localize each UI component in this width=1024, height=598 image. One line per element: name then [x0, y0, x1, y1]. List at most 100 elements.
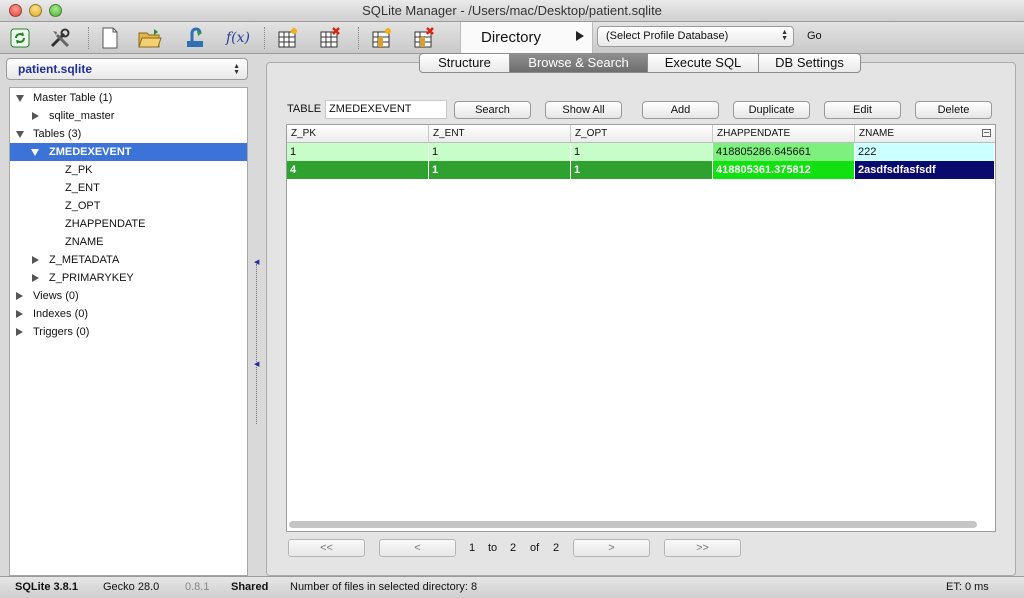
tab-browse-search[interactable]: Browse & Search — [510, 54, 648, 72]
tree-item-sqlite-master[interactable]: sqlite_master — [10, 107, 247, 125]
collapse-left-icon[interactable]: ◀ — [254, 360, 259, 368]
column-picker-icon[interactable] — [982, 129, 991, 137]
column-header-z-pk[interactable]: Z_PK — [287, 125, 429, 142]
zoom-window-button[interactable] — [49, 4, 62, 17]
tree-item-zmedexevent[interactable]: ZMEDEXEVENT — [10, 143, 247, 161]
column-header-z-ent[interactable]: Z_ENT — [429, 125, 571, 142]
elapsed-time: ET: 0 ms — [946, 581, 989, 593]
table-cell[interactable]: 1 — [571, 143, 713, 161]
tree-item-label: Z_PRIMARYKEY — [49, 272, 134, 284]
tree-item-views[interactable]: Views (0) — [10, 287, 247, 305]
tree-item-indexes[interactable]: Indexes (0) — [10, 305, 247, 323]
tree-item-z-primarykey[interactable]: Z_PRIMARYKEY — [10, 269, 247, 287]
collapsed-arrow-icon[interactable] — [16, 328, 23, 336]
tree-item-tables[interactable]: Tables (3) — [10, 125, 247, 143]
tab-structure[interactable]: Structure — [420, 54, 510, 72]
expanded-arrow-icon[interactable] — [16, 131, 24, 138]
refresh-icon[interactable] — [8, 26, 32, 50]
tree-item-label: ZMEDEXEVENT — [49, 146, 132, 158]
tree-item-label: Triggers (0) — [33, 326, 90, 338]
toolbar-separator — [264, 27, 265, 49]
search-button[interactable]: Search — [454, 101, 531, 119]
minimize-window-button[interactable] — [29, 4, 42, 17]
first-page-button[interactable]: << — [288, 539, 365, 557]
table-cell[interactable]: 1 — [287, 143, 429, 161]
tree-item-column[interactable]: Z_OPT — [10, 197, 247, 215]
toolbar: f(x) Directory (Select Profile Database)… — [0, 22, 1024, 54]
table-row[interactable]: 1 1 1 418805286.645661 222 — [287, 143, 995, 161]
table-cell[interactable]: 1 — [429, 161, 571, 179]
tab-db-settings[interactable]: DB Settings — [759, 54, 860, 72]
drop-index-icon[interactable] — [412, 26, 436, 50]
tree-item-column[interactable]: ZNAME — [10, 233, 247, 251]
column-header-zhappendate[interactable]: ZHAPPENDATE — [713, 125, 855, 142]
tree-item-column[interactable]: ZHAPPENDATE — [10, 215, 247, 233]
add-button[interactable]: Add — [642, 101, 719, 119]
directory-button[interactable]: Directory — [460, 22, 593, 54]
horizontal-scrollbar[interactable] — [289, 521, 977, 528]
table-cell[interactable]: 1 — [429, 143, 571, 161]
collapsed-arrow-icon[interactable] — [32, 274, 39, 282]
page-range-start: 1 — [469, 542, 476, 554]
tree-item-label: Z_PK — [65, 164, 93, 176]
edit-button[interactable]: Edit — [824, 101, 901, 119]
table-label: TABLE — [287, 103, 322, 115]
function-icon[interactable]: f(x) — [224, 26, 252, 50]
create-table-icon[interactable] — [276, 26, 300, 50]
expanded-arrow-icon[interactable] — [16, 95, 24, 102]
collapsed-arrow-icon[interactable] — [32, 256, 39, 264]
up-down-arrows-icon: ▲ ▼ — [233, 63, 240, 76]
tree-item-triggers[interactable]: Triggers (0) — [10, 323, 247, 341]
up-down-arrows-icon: ▲ ▼ — [781, 29, 788, 42]
collapsed-arrow-icon[interactable] — [16, 310, 23, 318]
table-name-field[interactable]: ZMEDEXEVENT — [325, 100, 447, 119]
delete-button[interactable]: Delete — [915, 101, 992, 119]
tree-item-z-metadata[interactable]: Z_METADATA — [10, 251, 247, 269]
table-cell[interactable]: 2asdfsdfasfsdf — [855, 161, 995, 179]
tree-item-master-table[interactable]: Master Table (1) — [10, 89, 247, 107]
go-button[interactable]: Go — [807, 30, 822, 42]
previous-page-button[interactable]: < — [379, 539, 456, 557]
drop-table-icon[interactable] — [318, 26, 342, 50]
show-all-button[interactable]: Show All — [545, 101, 622, 119]
table-cell[interactable]: 418805361.375812 — [713, 161, 855, 179]
expanded-arrow-icon[interactable] — [31, 149, 39, 156]
tab-execute-sql[interactable]: Execute SQL — [648, 54, 759, 72]
close-window-button[interactable] — [9, 4, 22, 17]
schema-tree: Master Table (1) sqlite_master Tables (3… — [9, 87, 248, 576]
database-select[interactable]: patient.sqlite ▲ ▼ — [6, 58, 248, 80]
tree-item-label: Master Table (1) — [33, 92, 113, 104]
tree-item-label: Indexes (0) — [33, 308, 89, 320]
table-row[interactable]: 4 1 1 418805361.375812 2asdfsdfasfsdf — [287, 161, 995, 179]
page-range-to-word: to — [488, 542, 498, 554]
column-header-zname[interactable]: ZNAME — [855, 125, 995, 142]
splitter-grip[interactable] — [256, 264, 257, 424]
collapsed-arrow-icon[interactable] — [16, 292, 23, 300]
profile-database-select[interactable]: (Select Profile Database) ▲ ▼ — [597, 26, 794, 47]
collapsed-arrow-icon[interactable] — [32, 112, 39, 120]
tree-item-label: sqlite_master — [49, 110, 115, 122]
pane-splitter[interactable]: ◀ ◀ — [249, 54, 265, 576]
connect-icon[interactable] — [183, 26, 207, 50]
tree-item-label: Z_OPT — [65, 200, 101, 212]
table-cell[interactable]: 4 — [287, 161, 429, 179]
next-page-button[interactable]: > — [573, 539, 650, 557]
duplicate-button[interactable]: Duplicate — [733, 101, 810, 119]
tree-item-column[interactable]: Z_PK — [10, 161, 247, 179]
new-database-icon[interactable] — [98, 26, 122, 50]
extension-version: 0.8.1 — [185, 581, 210, 593]
tree-item-label: ZNAME — [65, 236, 104, 248]
last-page-button[interactable]: >> — [664, 539, 741, 557]
tree-item-column[interactable]: Z_ENT — [10, 179, 247, 197]
table-cell[interactable]: 418805286.645661 — [713, 143, 855, 161]
table-cell[interactable]: 1 — [571, 161, 713, 179]
results-grid: Z_PK Z_ENT Z_OPT ZHAPPENDATE ZNAME 1 1 1… — [286, 124, 996, 532]
directory-files-count: Number of files in selected directory: 8 — [290, 581, 478, 593]
gecko-version: Gecko 28.0 — [103, 581, 160, 593]
tools-icon[interactable] — [48, 26, 72, 50]
column-header-z-opt[interactable]: Z_OPT — [571, 125, 713, 142]
open-database-icon[interactable] — [138, 26, 162, 50]
toolbar-separator — [88, 27, 89, 49]
table-cell[interactable]: 222 — [855, 143, 995, 161]
create-index-icon[interactable] — [370, 26, 394, 50]
